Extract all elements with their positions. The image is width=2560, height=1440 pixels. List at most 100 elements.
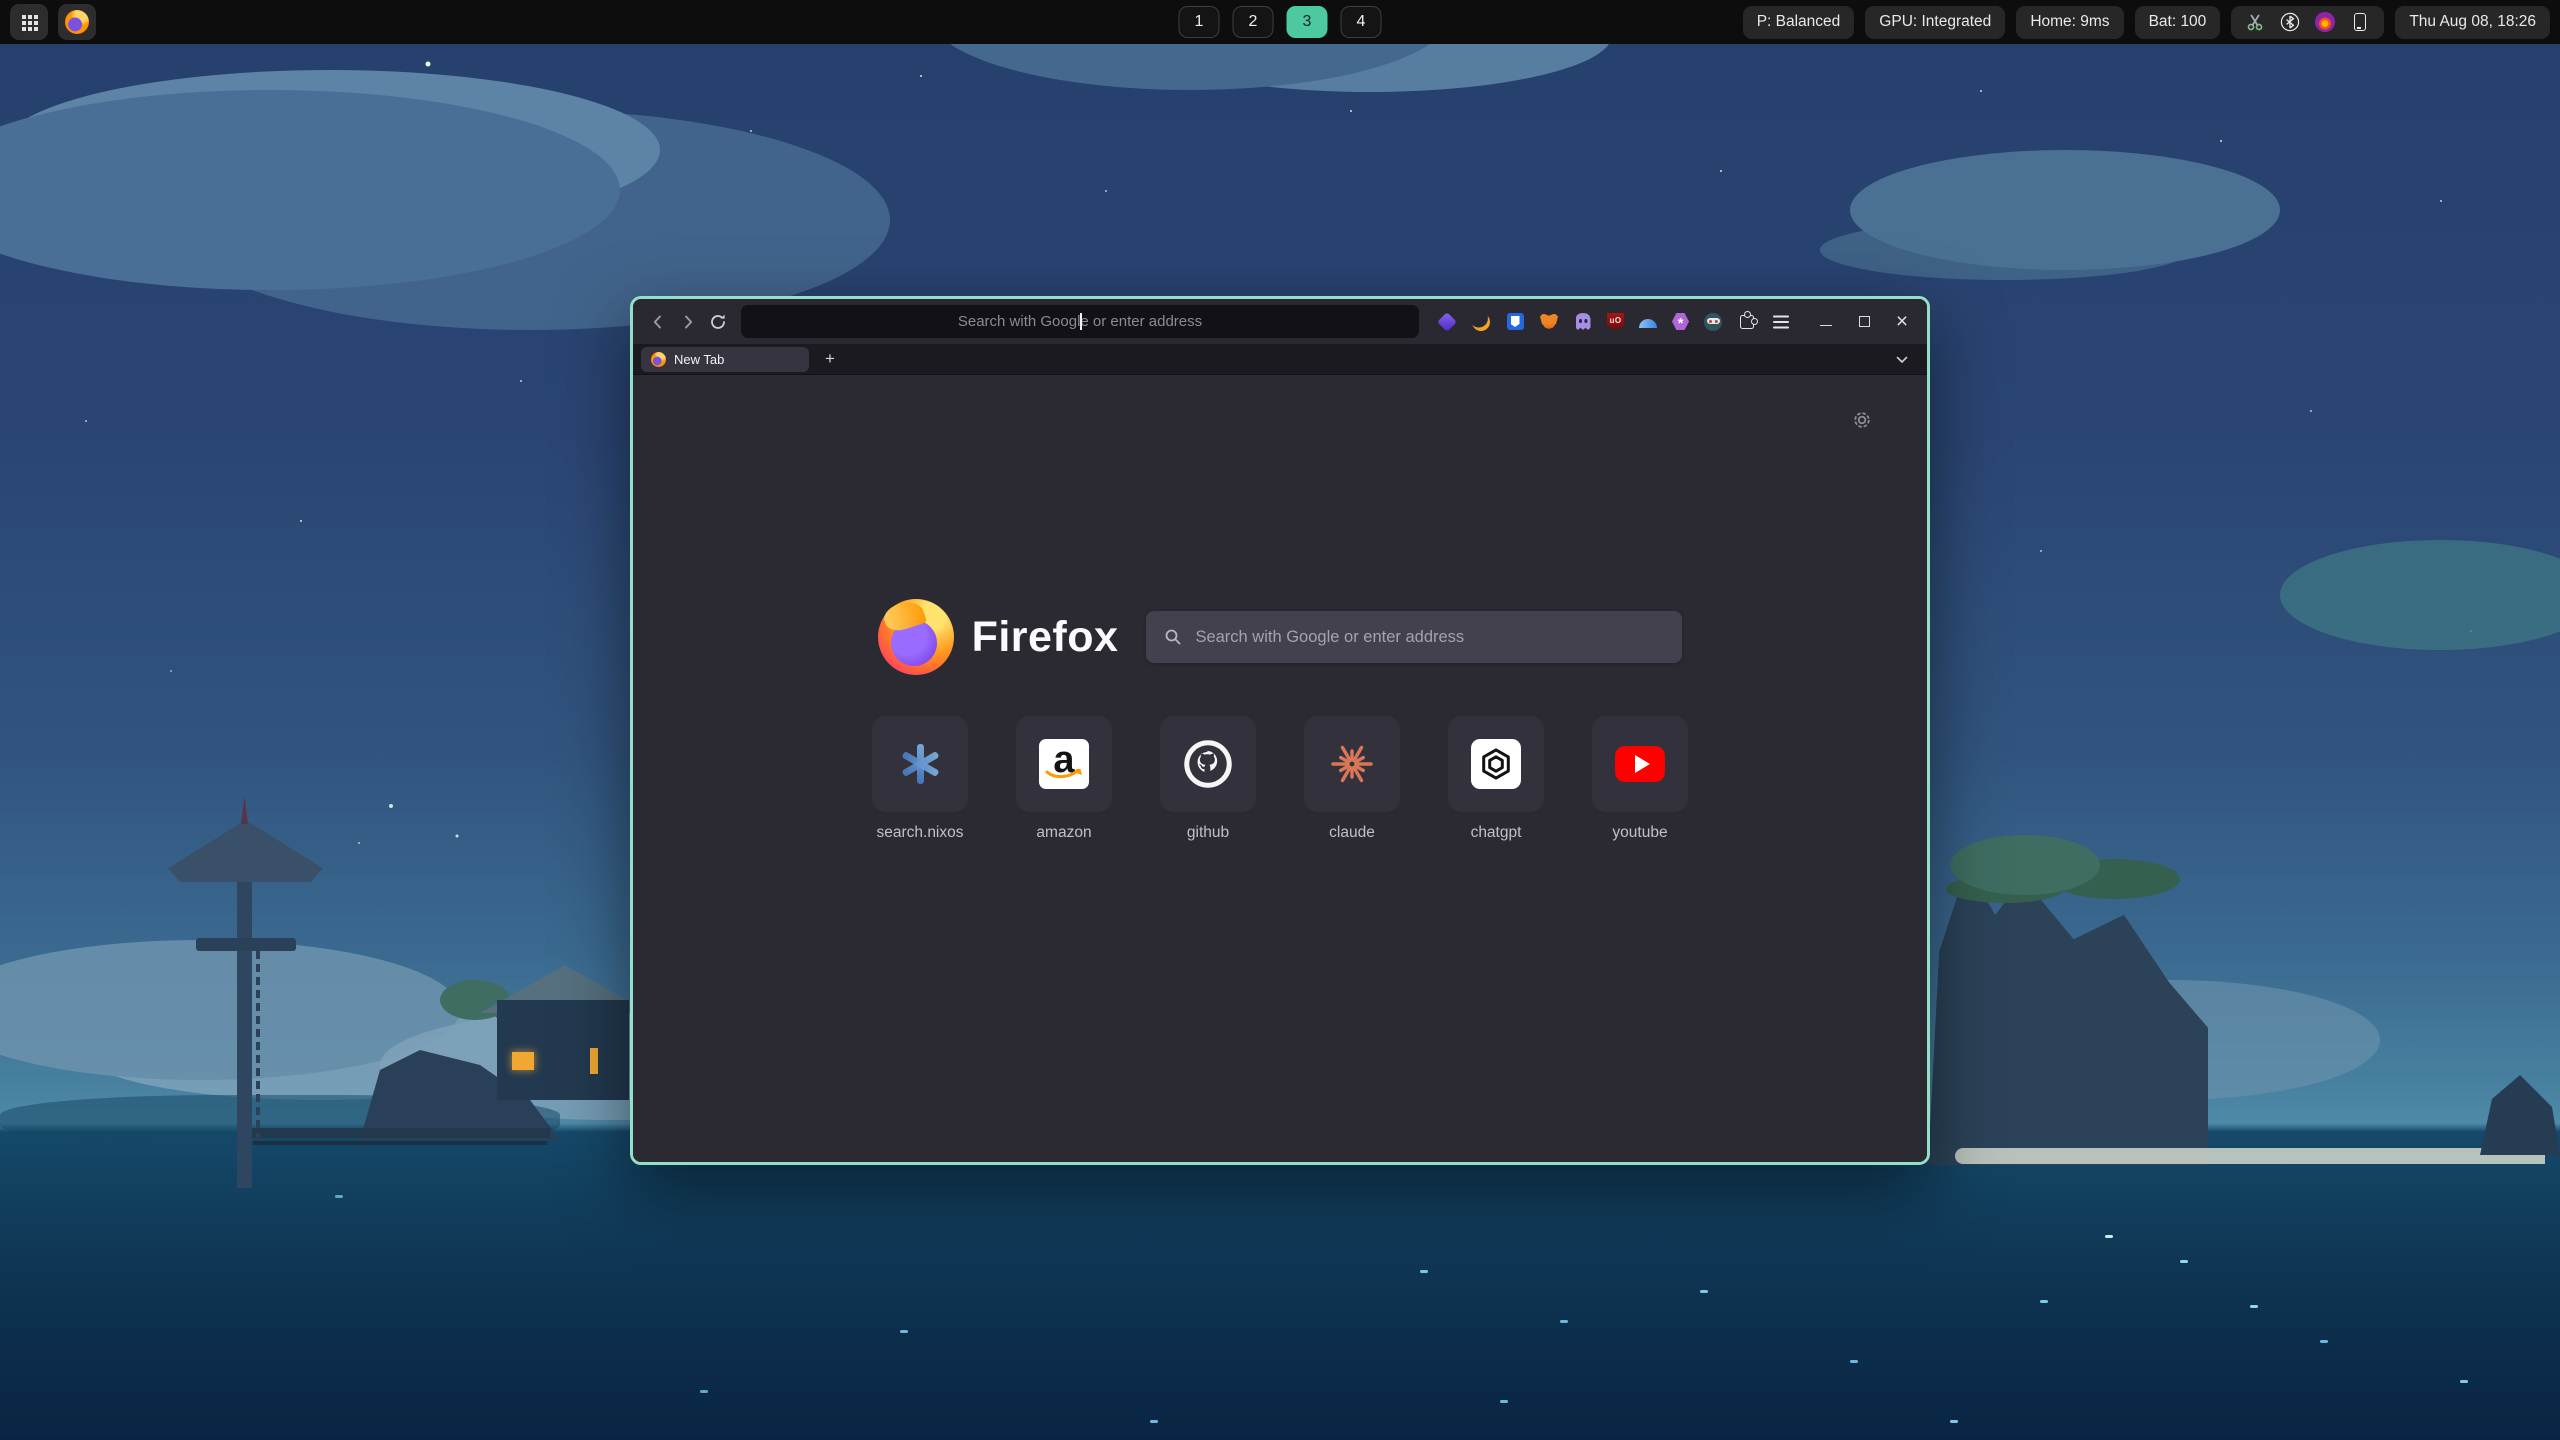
- newtab-page: Firefox Search with Google or enter addr…: [633, 375, 1927, 1162]
- ublock-icon[interactable]: uO: [1607, 313, 1624, 330]
- clock-pill[interactable]: Thu Aug 08, 18:26: [2395, 6, 2550, 39]
- gpu-pill[interactable]: GPU: Integrated: [1865, 6, 2005, 39]
- shortcut-github[interactable]: github: [1160, 716, 1256, 842]
- back-button[interactable]: [643, 307, 673, 337]
- apps-grid-icon: [22, 15, 26, 19]
- firefox-window: Search with Google or enter address uO *…: [630, 296, 1930, 1165]
- search-icon: [1164, 628, 1182, 646]
- shortcut-claude[interactable]: claude: [1304, 716, 1400, 842]
- hex-glyph: *: [1678, 315, 1684, 332]
- tab-bar: New Tab +: [633, 344, 1927, 375]
- nixos-tile[interactable]: [872, 716, 968, 812]
- claude-starburst-icon: [1328, 740, 1376, 788]
- purple-hex-icon[interactable]: *: [1672, 313, 1689, 331]
- wallpaper-cloud: [1850, 150, 2280, 270]
- wallpaper-watchtower: [168, 820, 323, 882]
- openai-knot-icon: [1471, 739, 1521, 789]
- claude-tile[interactable]: [1304, 716, 1400, 812]
- shortcut-search-nixos[interactable]: search.nixos: [872, 716, 968, 842]
- firefox-logo: [878, 599, 954, 675]
- new-tab-button[interactable]: +: [817, 347, 843, 372]
- newtab-search-input[interactable]: Search with Google or enter address: [1146, 611, 1682, 663]
- shortcut-label: amazon: [1036, 824, 1091, 842]
- wallpaper-hut: [497, 1000, 629, 1100]
- workspace-switcher: 1 2 3 4: [1179, 0, 1382, 44]
- shortcut-chatgpt[interactable]: chatgpt: [1448, 716, 1544, 842]
- newtab-search-placeholder: Search with Google or enter address: [1195, 628, 1464, 647]
- system-tray: [2231, 6, 2384, 39]
- wallpaper-cloud: [0, 90, 620, 290]
- text-caret: [1080, 313, 1082, 330]
- urlbar-input[interactable]: Search with Google or enter address: [741, 305, 1419, 338]
- apps-launcher-button[interactable]: [10, 4, 48, 40]
- menu-hamburger-icon[interactable]: [1771, 312, 1791, 332]
- shortcut-label: chatgpt: [1471, 824, 1522, 842]
- wallpaper-dock: [250, 1128, 550, 1138]
- wallpaper-cloud: [2280, 540, 2560, 650]
- wallpaper-watchtower: [237, 838, 252, 1188]
- shortcut-youtube[interactable]: youtube: [1592, 716, 1688, 842]
- personalize-gear-icon[interactable]: [1849, 407, 1875, 433]
- minimize-button[interactable]: [1811, 307, 1841, 337]
- flameshot-icon[interactable]: [2315, 12, 2335, 32]
- tab-new-tab[interactable]: New Tab: [641, 347, 809, 372]
- wallpaper-cliff: [1928, 860, 2208, 1165]
- metamask-icon[interactable]: [1539, 312, 1559, 332]
- firefox-icon: [65, 10, 89, 34]
- shortcut-label: youtube: [1612, 824, 1667, 842]
- shortcut-amazon[interactable]: a amazon: [1016, 716, 1112, 842]
- status-pills-group: P: Balanced GPU: Integrated Home: 9ms Ba…: [1743, 6, 2550, 39]
- workspace-4-button[interactable]: 4: [1341, 6, 1382, 38]
- chatgpt-tile[interactable]: [1448, 716, 1544, 812]
- top-status-bar: 1 2 3 4 P: Balanced GPU: Integrated Home…: [0, 0, 2560, 44]
- close-button[interactable]: ×: [1887, 307, 1917, 337]
- bluetooth-icon[interactable]: [2280, 12, 2300, 32]
- wallpaper-trees: [1950, 835, 2100, 895]
- launcher-group: [10, 4, 96, 40]
- github-tile[interactable]: [1160, 716, 1256, 812]
- extensions-puzzle-icon[interactable]: [1737, 312, 1757, 332]
- tab-title: New Tab: [674, 352, 724, 367]
- forward-button[interactable]: [673, 307, 703, 337]
- workspace-1-button[interactable]: 1: [1179, 6, 1220, 38]
- bitwarden-icon[interactable]: [1505, 312, 1525, 332]
- wallpaper-watchtower: [196, 938, 296, 951]
- amazon-tile[interactable]: a: [1016, 716, 1112, 812]
- firefox-launcher-button[interactable]: [58, 4, 96, 40]
- masked-face-icon[interactable]: [1703, 312, 1723, 332]
- shortcut-label: search.nixos: [876, 824, 963, 842]
- youtube-play-icon: [1615, 746, 1665, 782]
- battery-pill[interactable]: Bat: 100: [2135, 6, 2221, 39]
- reload-button[interactable]: [703, 307, 733, 337]
- power-profile-pill[interactable]: P: Balanced: [1743, 6, 1855, 39]
- scissors-icon[interactable]: [2245, 12, 2265, 32]
- shortcut-label: claude: [1329, 824, 1375, 842]
- youtube-tile[interactable]: [1592, 716, 1688, 812]
- nixos-snowflake-icon: [896, 740, 944, 788]
- dark-sphere-icon[interactable]: [1471, 312, 1491, 332]
- window-controls: ×: [1811, 307, 1917, 337]
- firefox-favicon: [651, 352, 666, 367]
- workspace-3-button[interactable]: 3: [1287, 6, 1328, 38]
- shortcut-tiles-row: search.nixos a amazon: [633, 716, 1927, 842]
- wallpaper-lit-window: [512, 1052, 534, 1070]
- amazon-icon: a: [1039, 739, 1089, 789]
- purple-gem-icon[interactable]: [1437, 312, 1457, 332]
- shortcut-label: github: [1187, 824, 1229, 842]
- maximize-button[interactable]: [1849, 307, 1879, 337]
- extension-icons-row: uO *: [1437, 312, 1791, 332]
- ublock-glyph: uO: [1610, 316, 1622, 325]
- ping-pill[interactable]: Home: 9ms: [2016, 6, 2123, 39]
- wallpaper-watchtower: [256, 951, 260, 1141]
- newtab-hero: Firefox Search with Google or enter addr…: [633, 599, 1927, 675]
- wallpaper-rock: [2480, 1075, 2560, 1155]
- wallpaper-beach: [1955, 1148, 2545, 1164]
- workspace-2-button[interactable]: 2: [1233, 6, 1274, 38]
- phone-icon[interactable]: [2350, 12, 2370, 32]
- list-all-tabs-chevron[interactable]: [1891, 349, 1913, 371]
- blue-arc-icon[interactable]: [1638, 312, 1658, 332]
- wallpaper-watchtower: [241, 796, 248, 824]
- ghostery-icon[interactable]: [1573, 312, 1593, 332]
- github-octocat-icon: [1183, 739, 1233, 789]
- navigation-toolbar: Search with Google or enter address uO *…: [633, 299, 1927, 344]
